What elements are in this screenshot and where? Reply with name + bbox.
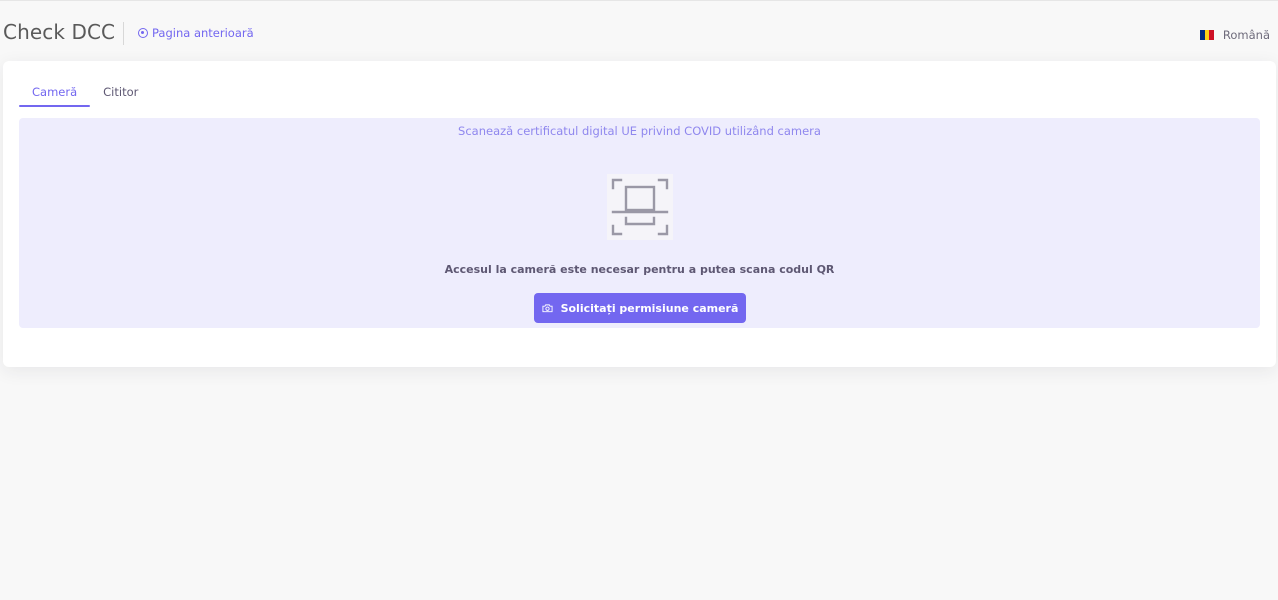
scan-panel: Scanează certificatul digital UE privind… xyxy=(19,118,1260,328)
scanner-card: Cameră Cititor Scanează certificatul dig… xyxy=(3,61,1276,367)
scan-title: Scanează certificatul digital UE privind… xyxy=(458,124,821,138)
back-link[interactable]: Pagina anterioară xyxy=(138,26,254,40)
tab-bar: Cameră Cititor xyxy=(19,78,151,108)
tab-camera[interactable]: Cameră xyxy=(19,78,91,107)
language-label: Română xyxy=(1222,28,1270,42)
header-divider xyxy=(123,22,124,45)
back-link-label: Pagina anterioară xyxy=(152,26,254,40)
circle-dot-icon xyxy=(138,28,148,38)
camera-icon xyxy=(542,304,553,313)
qr-scan-icon xyxy=(607,174,673,240)
header: Check DCC Pagina anterioară Română xyxy=(0,1,1278,61)
tab-reader[interactable]: Cititor xyxy=(90,78,151,107)
romania-flag-icon xyxy=(1199,30,1214,40)
request-camera-permission-label: Solicitați permisiune cameră xyxy=(560,301,739,315)
brand-title: Check DCC xyxy=(3,20,116,44)
camera-requirement-text: Accesul la cameră este necesar pentru a … xyxy=(444,263,835,276)
language-selector[interactable]: Română xyxy=(1199,28,1270,42)
request-camera-permission-button[interactable]: Solicitați permisiune cameră xyxy=(534,293,746,323)
